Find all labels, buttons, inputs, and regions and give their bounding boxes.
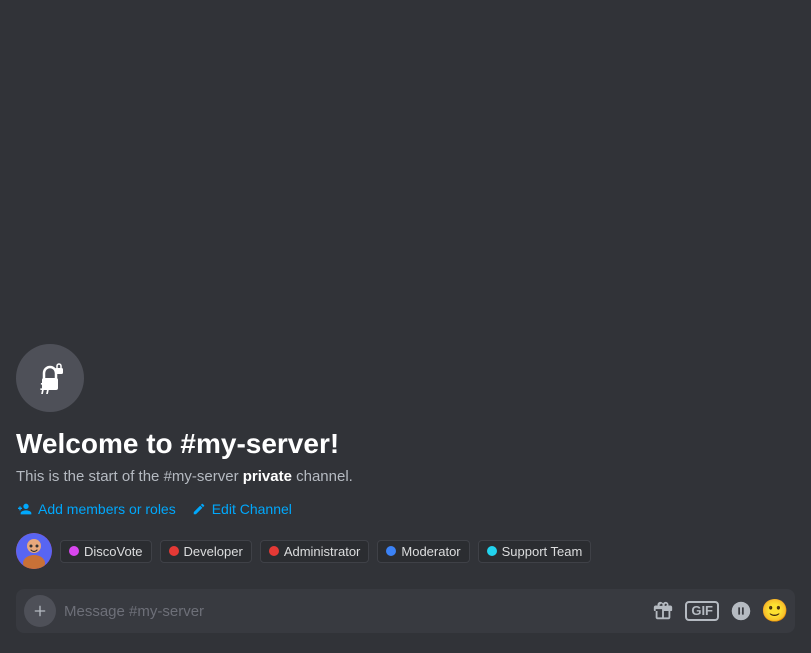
- role-name: Support Team: [502, 544, 583, 559]
- channel-name-ref: #my-server: [164, 468, 239, 485]
- toolbar-icons: GIF 🙂: [651, 599, 787, 623]
- add-attachment-button[interactable]: [24, 595, 56, 627]
- message-input[interactable]: [64, 603, 643, 620]
- svg-text:#: #: [40, 374, 52, 398]
- role-dot: [386, 546, 396, 556]
- role-badge-discovote[interactable]: DiscoVote: [60, 540, 152, 563]
- role-name: Moderator: [401, 544, 460, 559]
- welcome-description: This is the start of the #my-server priv…: [16, 468, 795, 485]
- main-content: # Welcome to #my-server! This is the sta…: [0, 0, 811, 653]
- edit-channel-button[interactable]: Edit Channel: [192, 501, 292, 517]
- role-badge-moderator[interactable]: Moderator: [377, 540, 469, 563]
- message-bar: GIF 🙂: [16, 589, 795, 633]
- role-name: Developer: [184, 544, 243, 559]
- sticker-icon[interactable]: [729, 599, 753, 623]
- add-members-button[interactable]: Add members or roles: [16, 501, 176, 517]
- role-dot: [169, 546, 179, 556]
- members-row: DiscoVote Developer Administrator Modera…: [16, 533, 795, 569]
- action-buttons: Add members or roles Edit Channel: [16, 501, 795, 517]
- role-dot: [487, 546, 497, 556]
- gif-button[interactable]: GIF: [685, 601, 719, 621]
- role-name: Administrator: [284, 544, 361, 559]
- role-badge-administrator[interactable]: Administrator: [260, 540, 370, 563]
- role-name: DiscoVote: [84, 544, 143, 559]
- role-badge-support-team[interactable]: Support Team: [478, 540, 592, 563]
- welcome-title: Welcome to #my-server!: [16, 428, 795, 460]
- gift-icon[interactable]: [651, 599, 675, 623]
- private-label: private: [243, 468, 292, 485]
- emoji-icon[interactable]: 🙂: [763, 599, 787, 623]
- role-dot: [269, 546, 279, 556]
- role-badge-developer[interactable]: Developer: [160, 540, 252, 563]
- channel-icon: #: [16, 344, 84, 412]
- role-dot: [69, 546, 79, 556]
- avatar: [16, 533, 52, 569]
